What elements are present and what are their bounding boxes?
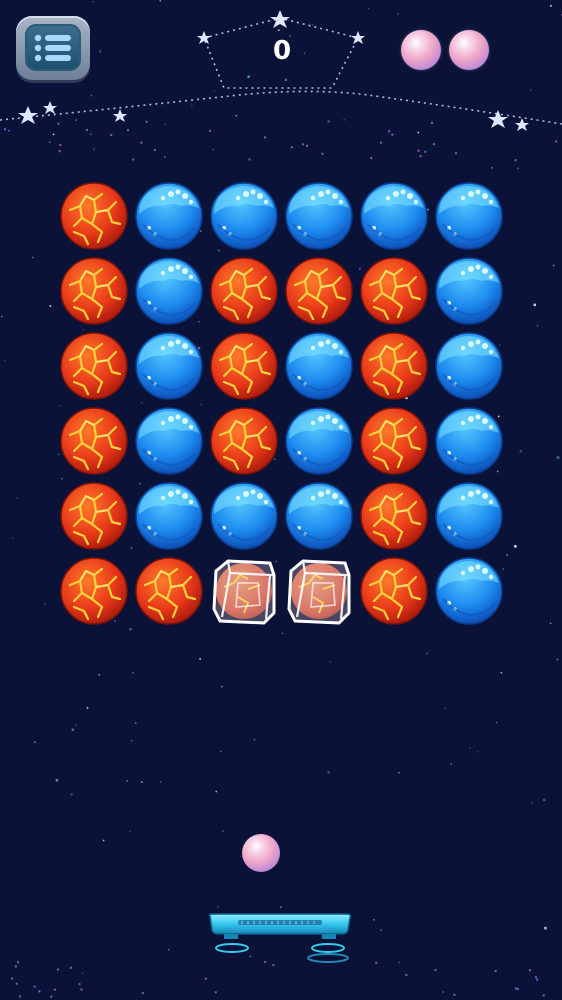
ice-planet-brick [283,480,355,552]
ice-planet-brick [283,405,355,477]
fire-planet-brick [358,555,430,627]
fire-planet-brick [358,480,430,552]
fire-planet-brick [358,255,430,327]
brick-grid [58,180,508,630]
fire-planet-brick [358,330,430,402]
ice-planet-brick [283,330,355,402]
fire-planet-brick [58,480,130,552]
life-ball-icon [401,30,441,70]
fire-planet-brick [358,405,430,477]
fire-planet-brick [133,555,205,627]
ice-planet-brick [208,480,280,552]
ice-planet-brick [433,480,505,552]
frozen-fire-brick [208,555,280,627]
menu-button[interactable] [16,16,90,80]
fire-planet-brick [58,330,130,402]
ice-planet-brick [433,555,505,627]
ice-planet-brick [208,180,280,252]
fire-planet-brick [58,555,130,627]
menu-list-icon [25,24,81,71]
fire-planet-brick [208,405,280,477]
fire-planet-brick [58,180,130,252]
ice-planet-brick [133,180,205,252]
fire-planet-brick [208,330,280,402]
ice-planet-brick [433,405,505,477]
life-ball-icon [449,30,489,70]
fire-planet-brick [283,255,355,327]
paddle-icon[interactable] [202,910,358,970]
frozen-fire-brick [283,555,355,627]
ice-planet-brick [283,180,355,252]
score-counter: 0 [272,36,292,66]
ice-planet-brick [433,255,505,327]
ice-planet-brick [133,405,205,477]
constellation-stars [18,10,529,131]
ice-planet-brick [133,255,205,327]
fire-planet-brick [208,255,280,327]
ice-planet-brick [133,480,205,552]
ice-planet-brick [358,180,430,252]
ice-planet-brick [433,330,505,402]
ice-planet-brick [133,330,205,402]
fire-planet-brick [58,255,130,327]
fire-planet-brick [58,405,130,477]
ball-icon [242,834,280,872]
ice-planet-brick [433,180,505,252]
